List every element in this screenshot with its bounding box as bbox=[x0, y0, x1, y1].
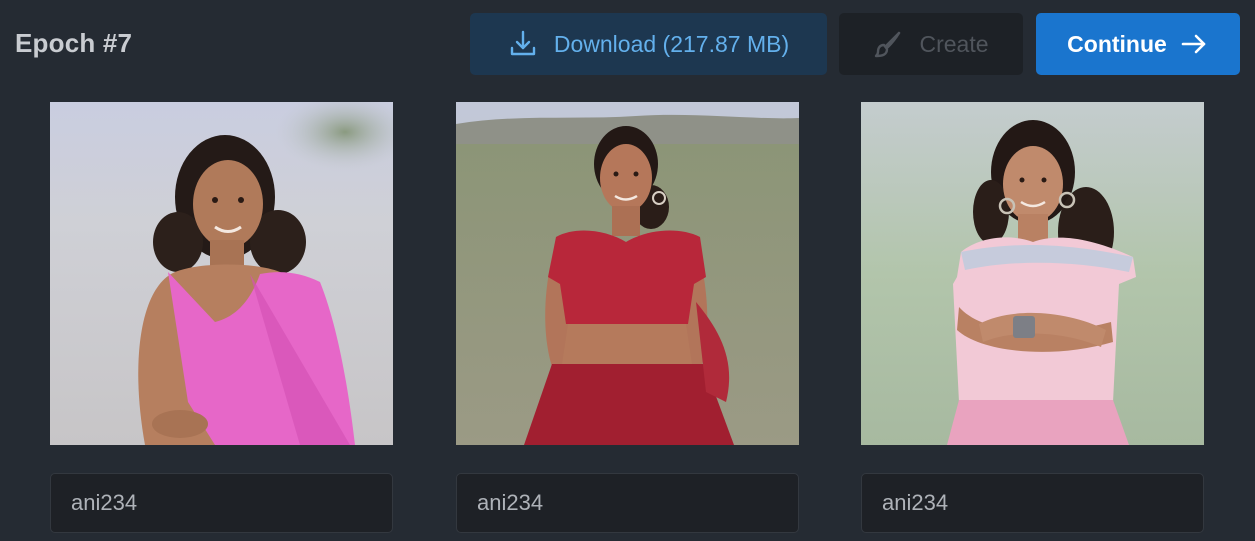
brush-icon bbox=[873, 29, 903, 59]
continue-label: Continue bbox=[1067, 30, 1167, 57]
app-window: Epoch #7 Download (217.87 MB) Create Con… bbox=[0, 0, 1255, 541]
arrow-right-icon bbox=[1179, 29, 1209, 59]
gallery-image[interactable] bbox=[861, 102, 1204, 445]
caption-input[interactable] bbox=[456, 473, 799, 533]
download-button[interactable]: Download (217.87 MB) bbox=[470, 13, 827, 75]
download-label: Download (217.87 MB) bbox=[553, 30, 790, 57]
download-icon bbox=[508, 29, 538, 59]
page-title: Epoch #7 bbox=[15, 28, 133, 58]
caption-input[interactable] bbox=[50, 473, 393, 533]
gallery-image[interactable] bbox=[50, 102, 393, 445]
gallery-image[interactable] bbox=[456, 102, 799, 445]
caption-input[interactable] bbox=[861, 473, 1204, 533]
continue-button[interactable]: Continue bbox=[1036, 13, 1240, 75]
create-button[interactable]: Create bbox=[839, 13, 1023, 75]
create-label: Create bbox=[919, 30, 989, 57]
